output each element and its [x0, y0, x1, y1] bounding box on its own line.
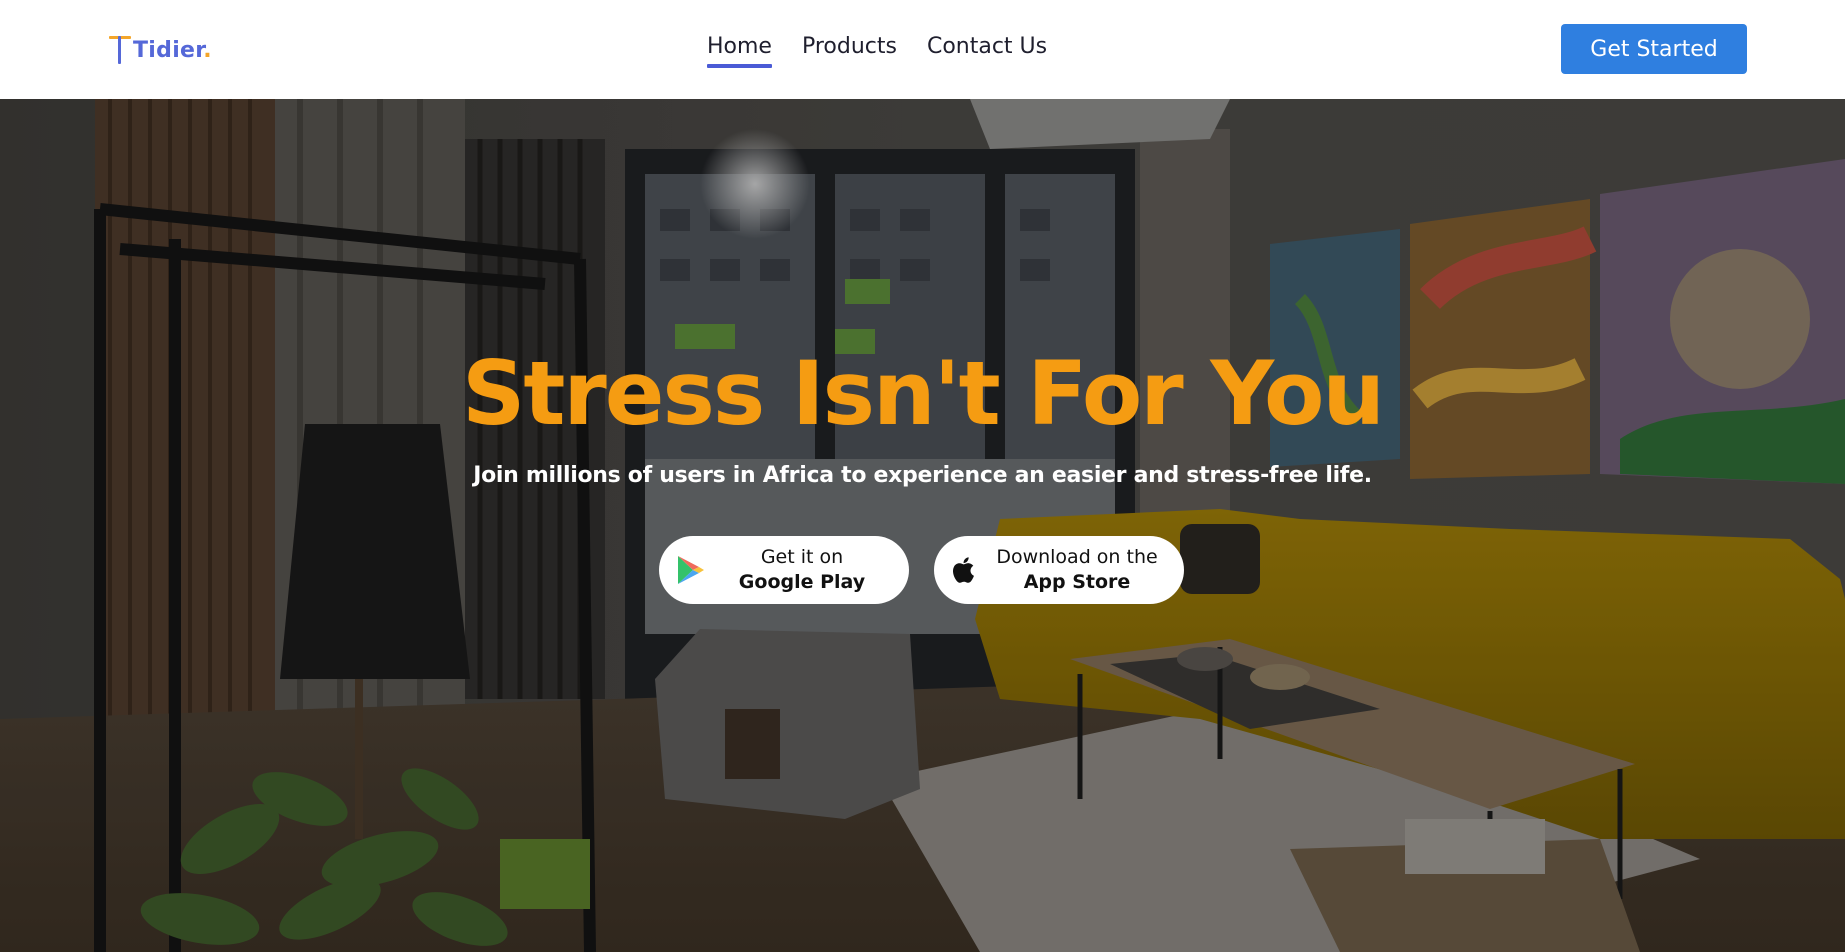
main-nav: Home Products Contact Us	[707, 33, 1047, 68]
logo[interactable]: Tidier.	[109, 32, 212, 66]
nav-products[interactable]: Products	[802, 33, 897, 67]
google-play-label: Get it on Google Play	[738, 546, 866, 593]
hero-subtitle: Join millions of users in Africa to expe…	[473, 463, 1372, 488]
nav-home[interactable]: Home	[707, 33, 772, 68]
google-play-button[interactable]: Get it on Google Play	[659, 536, 909, 604]
hero-title: Stress Isn't For You	[461, 342, 1385, 445]
google-play-icon	[678, 556, 704, 584]
hero-overlay	[0, 99, 1845, 952]
apple-icon	[953, 557, 975, 583]
site-header: Tidier. Home Products Contact Us Get Sta…	[0, 0, 1845, 99]
logo-text: Tidier.	[133, 38, 212, 63]
logo-mark-icon	[109, 34, 131, 66]
get-started-button[interactable]: Get Started	[1561, 24, 1747, 74]
hero-section: Stress Isn't For You Join millions of us…	[0, 99, 1845, 952]
app-store-label: Download on the App Store	[996, 546, 1158, 593]
app-store-button[interactable]: Download on the App Store	[934, 536, 1184, 604]
nav-contact-us[interactable]: Contact Us	[927, 33, 1047, 67]
